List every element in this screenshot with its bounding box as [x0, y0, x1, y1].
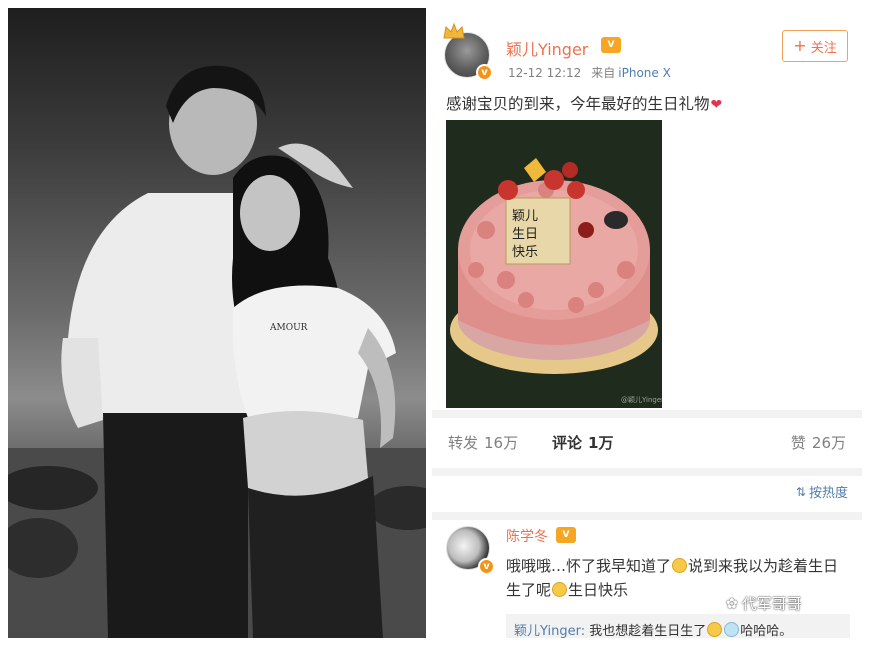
svg-text:生日: 生日 [512, 227, 538, 242]
plus-icon: + [793, 36, 807, 55]
sweat-emoji-icon [707, 622, 723, 637]
post-text: 感谢宝贝的到来，今年最好的生日礼物 [446, 95, 710, 113]
reply-username[interactable]: 颖儿Yinger: [514, 624, 585, 638]
comment-count: 1万 [588, 434, 614, 452]
divider [432, 468, 862, 476]
repost-label: 转发 [448, 434, 479, 452]
watermark: ✿ 代军哥哥 [726, 593, 802, 614]
couple-photo: AMOUR [8, 8, 426, 638]
svg-text:AMOUR: AMOUR [269, 323, 308, 333]
reply-text: 我也想趁着生日生了 [585, 624, 707, 638]
comment-label: 评论 [552, 434, 583, 452]
svg-text:快乐: 快乐 [512, 245, 538, 260]
reply-box[interactable]: 颖儿Yinger: 我也想趁着生日生了 哈哈哈。 [506, 614, 850, 638]
wink-emoji-icon [724, 622, 740, 637]
tab-like[interactable]: 赞 26万 [791, 432, 846, 453]
follow-label: 关注 [810, 40, 837, 56]
post-from-label: 来自 [591, 66, 616, 80]
tab-comment[interactable]: 评论 1万 [552, 432, 613, 453]
verified-badge-icon: v [478, 558, 495, 575]
reply-tail: 哈哈哈。 [740, 624, 793, 638]
birthday-cake-illustration: 颖儿 生日 快乐 @颖儿Yinger [446, 120, 662, 408]
weibo-post: v 颖儿Yinger V 12-12 12:12 来自 iPhone X + 关注 … [432, 8, 862, 638]
post-stats-tabs: 转发 16万 评论 1万 赞 26万 [432, 426, 862, 458]
divider [432, 410, 862, 418]
smile-emoji-icon [672, 558, 688, 573]
like-count: 26万 [811, 434, 846, 452]
vip-badge-icon: V [601, 37, 621, 53]
verified-badge-icon: v [476, 64, 493, 81]
like-label: 赞 [790, 434, 806, 452]
wechat-icon: ✿ [726, 595, 738, 612]
sort-by-hot-button[interactable]: ⇅ 按热度 [795, 482, 848, 502]
heart-icon: ❤ [710, 97, 723, 113]
post-text-line: 感谢宝贝的到来，今年最好的生日礼物❤ [446, 92, 722, 114]
tab-repost[interactable]: 转发 16万 [448, 432, 518, 453]
follow-button[interactable]: + 关注 [782, 30, 848, 62]
comment-text-part1: 哦哦哦…怀了我早知道了 [506, 557, 672, 575]
post-username[interactable]: 颖儿Yinger [506, 36, 588, 60]
laugh-cry-emoji-icon [552, 582, 568, 597]
sort-label: 按热度 [808, 486, 848, 501]
svg-text:@颖儿Yinger: @颖儿Yinger [621, 395, 662, 404]
crown-icon [443, 22, 465, 39]
svg-text:颖儿: 颖儿 [512, 209, 538, 224]
divider [432, 512, 862, 520]
watermark-text: 代军哥哥 [741, 595, 802, 613]
sort-icon: ⇅ [795, 484, 806, 499]
vip-badge-icon: V [556, 527, 576, 543]
post-meta: 12-12 12:12 来自 iPhone X [508, 64, 671, 81]
post-timestamp: 12-12 12:12 [508, 66, 582, 80]
couple-photo-illustration: AMOUR [8, 65, 426, 638]
cake-photo[interactable]: 颖儿 生日 快乐 @颖儿Yinger [446, 120, 662, 408]
post-source[interactable]: iPhone X [618, 66, 671, 80]
comment-text-part3: 生日快乐 [568, 581, 629, 599]
commenter-username[interactable]: 陈学冬 [506, 526, 548, 546]
repost-count: 16万 [484, 434, 519, 452]
